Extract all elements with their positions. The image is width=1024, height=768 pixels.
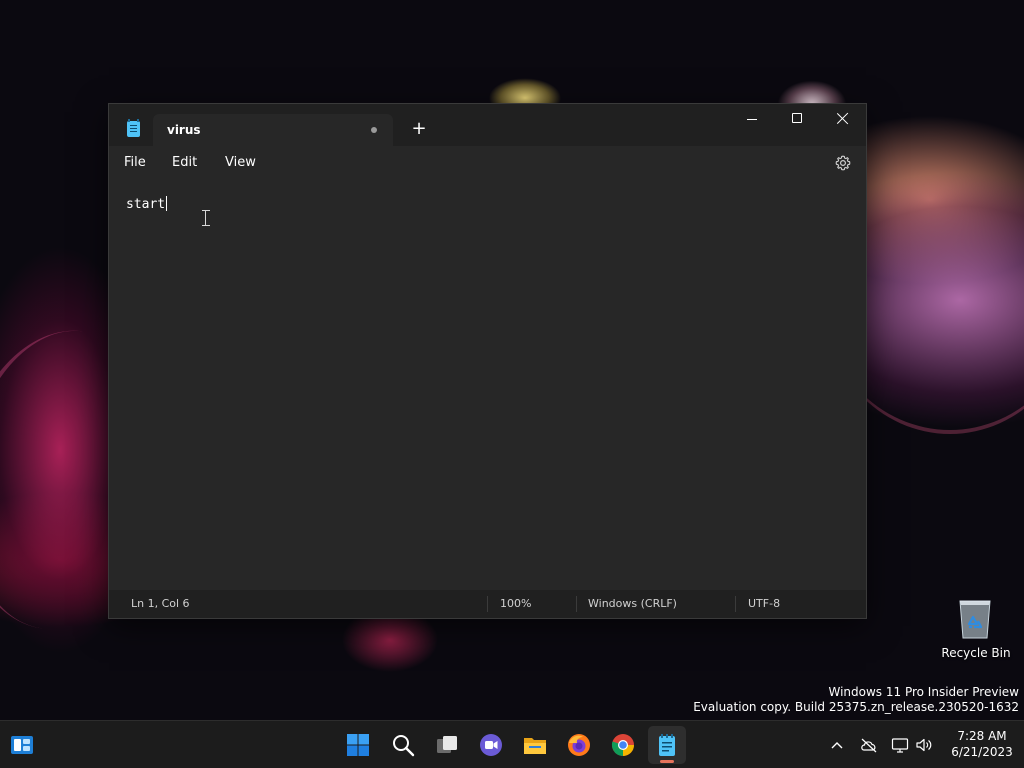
editor-text-value: start [126, 197, 166, 212]
status-bar: Ln 1, Col 6 100% Windows (CRLF) UTF-8 [109, 590, 866, 618]
volume-icon[interactable] [915, 736, 933, 754]
widgets-button[interactable] [3, 726, 41, 764]
start-button[interactable] [339, 726, 377, 764]
task-view-button[interactable] [428, 726, 466, 764]
file-explorer-icon [524, 738, 546, 754]
gear-icon[interactable] [835, 155, 851, 171]
unsaved-dot-icon[interactable] [371, 127, 377, 133]
active-app-indicator [660, 760, 674, 763]
close-button[interactable] [820, 104, 866, 134]
firefox-button[interactable] [560, 726, 598, 764]
teams-icon [480, 734, 502, 756]
watermark-line: Evaluation copy. Build 25375.zn_release.… [693, 700, 1019, 714]
search-icon [393, 735, 415, 757]
minimize-button[interactable] [729, 104, 775, 134]
menu-file[interactable]: File [124, 155, 146, 170]
clock-time: 7:28 AM [957, 729, 1007, 743]
widgets-icon [11, 736, 33, 754]
menu-bar: File Edit View [109, 146, 866, 182]
status-separator [576, 596, 577, 612]
desktop: virus + File Edit View start Ln 1, Col 6… [0, 0, 1024, 768]
recycle-bin-shortcut[interactable]: Recycle Bin [940, 596, 1012, 664]
notepad-icon [659, 734, 675, 756]
windows-watermark: Windows 11 Pro Insider Preview Evaluatio… [693, 685, 1019, 715]
recycle-bin-icon [959, 600, 991, 639]
chevron-up-icon[interactable] [829, 737, 845, 753]
text-editor[interactable]: start [109, 182, 866, 590]
network-icon[interactable] [860, 736, 878, 754]
ibeam-cursor-icon [202, 210, 210, 226]
file-explorer-button[interactable] [516, 726, 554, 764]
status-cursor-position: Ln 1, Col 6 [131, 597, 190, 610]
menu-edit[interactable]: Edit [172, 155, 197, 170]
notepad-taskbar-button[interactable] [648, 726, 686, 764]
taskbar: 7:28 AM 6/21/2023 [0, 720, 1024, 768]
clock-date: 6/21/2023 [951, 745, 1013, 759]
taskbar-clock[interactable]: 7:28 AM 6/21/2023 [940, 728, 1024, 760]
minimize-icon [747, 119, 757, 120]
teams-chat-button[interactable] [472, 726, 510, 764]
start-icon [347, 734, 369, 756]
maximize-icon [792, 113, 802, 123]
title-bar[interactable]: virus + [109, 104, 866, 146]
task-view-icon [437, 736, 457, 753]
recycle-bin-label: Recycle Bin [941, 646, 1011, 660]
tab-virus[interactable]: virus [153, 114, 393, 146]
status-separator [735, 596, 736, 612]
menu-view[interactable]: View [225, 155, 256, 170]
close-icon [837, 112, 849, 124]
search-button[interactable] [384, 726, 422, 764]
maximize-button[interactable] [774, 104, 820, 134]
display-icon[interactable] [891, 736, 909, 754]
notepad-icon [127, 119, 140, 137]
firefox-icon [568, 734, 590, 756]
new-tab-button[interactable]: + [405, 118, 433, 142]
status-zoom[interactable]: 100% [500, 597, 531, 610]
editor-content[interactable]: start [126, 196, 168, 212]
status-separator [487, 596, 488, 612]
notepad-window[interactable]: virus + File Edit View start Ln 1, Col 6… [109, 104, 866, 618]
text-caret [166, 196, 168, 211]
status-encoding[interactable]: UTF-8 [748, 597, 780, 610]
watermark-line: Windows 11 Pro Insider Preview [828, 685, 1019, 699]
status-line-ending[interactable]: Windows (CRLF) [588, 597, 677, 610]
chrome-icon [611, 734, 634, 756]
tab-title: virus [167, 123, 201, 137]
chrome-button[interactable] [604, 726, 642, 764]
